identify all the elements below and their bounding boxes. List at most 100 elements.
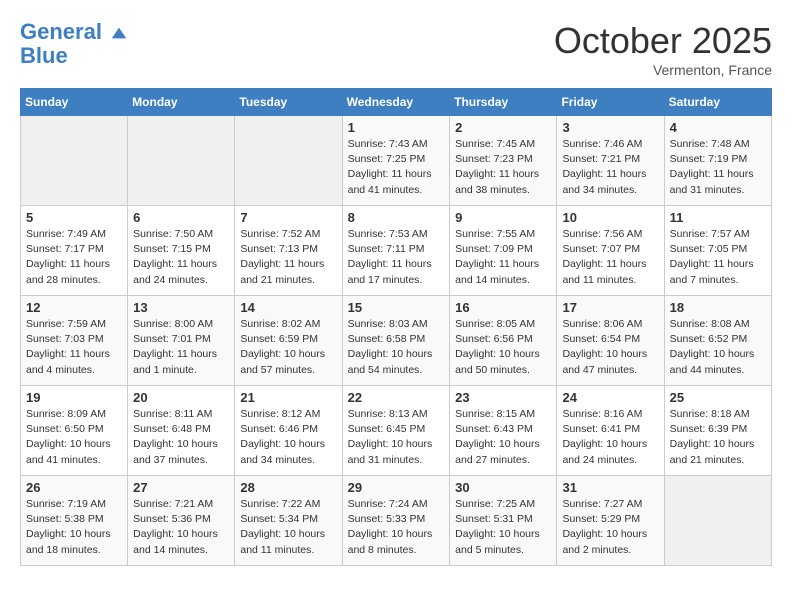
day-number: 11 (670, 210, 766, 225)
day-cell: 31 Sunrise: 7:27 AM Sunset: 5:29 PM Dayli… (557, 476, 664, 566)
day-number: 9 (455, 210, 551, 225)
weekday-header-row: SundayMondayTuesdayWednesdayThursdayFrid… (21, 89, 772, 116)
logo: General Blue (20, 20, 128, 68)
day-number: 25 (670, 390, 766, 405)
day-number: 1 (348, 120, 445, 135)
day-number: 27 (133, 480, 229, 495)
day-info: Sunrise: 7:27 AM Sunset: 5:29 PM Dayligh… (562, 497, 658, 558)
day-info: Sunrise: 7:59 AM Sunset: 7:03 PM Dayligh… (26, 317, 122, 378)
day-info: Sunrise: 8:18 AM Sunset: 6:39 PM Dayligh… (670, 407, 766, 468)
day-number: 28 (240, 480, 336, 495)
day-number: 22 (348, 390, 445, 405)
day-cell: 16 Sunrise: 8:05 AM Sunset: 6:56 PM Dayli… (450, 296, 557, 386)
day-cell: 9 Sunrise: 7:55 AM Sunset: 7:09 PM Daylig… (450, 206, 557, 296)
day-info: Sunrise: 7:43 AM Sunset: 7:25 PM Dayligh… (348, 137, 445, 198)
week-row-2: 5Sunrise: 7:49 AM Sunset: 7:17 PM Daylig… (21, 206, 772, 296)
logo-blue: Blue (20, 43, 68, 68)
day-info: Sunrise: 7:46 AM Sunset: 7:21 PM Dayligh… (562, 137, 658, 198)
week-row-4: 19 Sunrise: 8:09 AM Sunset: 6:50 PM Dayli… (21, 386, 772, 476)
day-number: 4 (670, 120, 766, 135)
day-info: Sunrise: 7:48 AM Sunset: 7:19 PM Dayligh… (670, 137, 766, 198)
day-info: Sunrise: 8:02 AM Sunset: 6:59 PM Dayligh… (240, 317, 336, 378)
weekday-header-saturday: Saturday (664, 89, 771, 116)
day-number: 31 (562, 480, 658, 495)
day-cell: 14 Sunrise: 8:02 AM Sunset: 6:59 PM Dayli… (235, 296, 342, 386)
day-info: Sunrise: 7:52 AM Sunset: 7:13 PM Dayligh… (240, 227, 336, 288)
weekday-header-tuesday: Tuesday (235, 89, 342, 116)
day-number: 12 (26, 300, 122, 315)
weekday-header-friday: Friday (557, 89, 664, 116)
day-cell: 27 Sunrise: 7:21 AM Sunset: 5:36 PM Dayli… (128, 476, 235, 566)
day-cell: 19 Sunrise: 8:09 AM Sunset: 6:50 PM Dayli… (21, 386, 128, 476)
day-info: Sunrise: 7:57 AM Sunset: 7:05 PM Dayligh… (670, 227, 766, 288)
day-info: Sunrise: 8:09 AM Sunset: 6:50 PM Dayligh… (26, 407, 122, 468)
logo-general: General (20, 19, 102, 44)
day-cell: 15 Sunrise: 8:03 AM Sunset: 6:58 PM Dayli… (342, 296, 450, 386)
day-cell (664, 476, 771, 566)
day-cell: 11 Sunrise: 7:57 AM Sunset: 7:05 PM Dayli… (664, 206, 771, 296)
week-row-1: 1 Sunrise: 7:43 AM Sunset: 7:25 PM Daylig… (21, 116, 772, 206)
day-cell (128, 116, 235, 206)
day-cell: 29 Sunrise: 7:24 AM Sunset: 5:33 PM Dayli… (342, 476, 450, 566)
day-number: 6 (133, 210, 229, 225)
day-number: 13 (133, 300, 229, 315)
day-info: Sunrise: 8:11 AM Sunset: 6:48 PM Dayligh… (133, 407, 229, 468)
day-cell: 21Sunrise: 8:12 AM Sunset: 6:46 PM Dayli… (235, 386, 342, 476)
day-number: 3 (562, 120, 658, 135)
day-number: 24 (562, 390, 658, 405)
week-row-3: 12 Sunrise: 7:59 AM Sunset: 7:03 PM Dayli… (21, 296, 772, 386)
day-cell (235, 116, 342, 206)
weekday-header-wednesday: Wednesday (342, 89, 450, 116)
day-info: Sunrise: 7:25 AM Sunset: 5:31 PM Dayligh… (455, 497, 551, 558)
day-cell: 26 Sunrise: 7:19 AM Sunset: 5:38 PM Dayli… (21, 476, 128, 566)
day-info: Sunrise: 8:05 AM Sunset: 6:56 PM Dayligh… (455, 317, 551, 378)
day-cell: 13 Sunrise: 8:00 AM Sunset: 7:01 PM Dayli… (128, 296, 235, 386)
day-number: 23 (455, 390, 551, 405)
day-cell: 10Sunrise: 7:56 AM Sunset: 7:07 PM Dayli… (557, 206, 664, 296)
day-number: 14 (240, 300, 336, 315)
month-title: October 2025 (554, 20, 772, 62)
day-cell: 24 Sunrise: 8:16 AM Sunset: 6:41 PM Dayli… (557, 386, 664, 476)
day-info: Sunrise: 7:53 AM Sunset: 7:11 PM Dayligh… (348, 227, 445, 288)
day-info: Sunrise: 8:00 AM Sunset: 7:01 PM Dayligh… (133, 317, 229, 378)
day-info: Sunrise: 8:03 AM Sunset: 6:58 PM Dayligh… (348, 317, 445, 378)
day-info: Sunrise: 7:19 AM Sunset: 5:38 PM Dayligh… (26, 497, 122, 558)
day-number: 30 (455, 480, 551, 495)
weekday-header-sunday: Sunday (21, 89, 128, 116)
day-number: 18 (670, 300, 766, 315)
day-info: Sunrise: 8:16 AM Sunset: 6:41 PM Dayligh… (562, 407, 658, 468)
day-number: 7 (240, 210, 336, 225)
weekday-header-monday: Monday (128, 89, 235, 116)
day-number: 29 (348, 480, 445, 495)
day-info: Sunrise: 8:08 AM Sunset: 6:52 PM Dayligh… (670, 317, 766, 378)
day-info: Sunrise: 8:12 AM Sunset: 6:46 PM Dayligh… (240, 407, 336, 468)
week-row-5: 26 Sunrise: 7:19 AM Sunset: 5:38 PM Dayli… (21, 476, 772, 566)
day-number: 19 (26, 390, 122, 405)
day-cell: 28Sunrise: 7:22 AM Sunset: 5:34 PM Dayli… (235, 476, 342, 566)
day-number: 16 (455, 300, 551, 315)
day-cell: 23Sunrise: 8:15 AM Sunset: 6:43 PM Dayli… (450, 386, 557, 476)
day-cell: 18 Sunrise: 8:08 AM Sunset: 6:52 PM Dayli… (664, 296, 771, 386)
day-cell: 17 Sunrise: 8:06 AM Sunset: 6:54 PM Dayli… (557, 296, 664, 386)
day-info: Sunrise: 8:06 AM Sunset: 6:54 PM Dayligh… (562, 317, 658, 378)
day-number: 17 (562, 300, 658, 315)
location: Vermenton, France (554, 62, 772, 78)
day-cell: 3 Sunrise: 7:46 AM Sunset: 7:21 PM Daylig… (557, 116, 664, 206)
day-cell: 22Sunrise: 8:13 AM Sunset: 6:45 PM Dayli… (342, 386, 450, 476)
day-info: Sunrise: 7:21 AM Sunset: 5:36 PM Dayligh… (133, 497, 229, 558)
title-block: October 2025 Vermenton, France (554, 20, 772, 78)
day-info: Sunrise: 7:55 AM Sunset: 7:09 PM Dayligh… (455, 227, 551, 288)
day-cell: 12 Sunrise: 7:59 AM Sunset: 7:03 PM Dayli… (21, 296, 128, 386)
day-number: 8 (348, 210, 445, 225)
day-number: 15 (348, 300, 445, 315)
day-cell: 2Sunrise: 7:45 AM Sunset: 7:23 PM Daylig… (450, 116, 557, 206)
day-cell: 5Sunrise: 7:49 AM Sunset: 7:17 PM Daylig… (21, 206, 128, 296)
day-cell: 25 Sunrise: 8:18 AM Sunset: 6:39 PM Dayli… (664, 386, 771, 476)
day-info: Sunrise: 7:50 AM Sunset: 7:15 PM Dayligh… (133, 227, 229, 288)
day-cell: 1 Sunrise: 7:43 AM Sunset: 7:25 PM Daylig… (342, 116, 450, 206)
day-cell: 8 Sunrise: 7:53 AM Sunset: 7:11 PM Daylig… (342, 206, 450, 296)
day-number: 26 (26, 480, 122, 495)
day-cell (21, 116, 128, 206)
logo-icon (110, 24, 128, 42)
day-info: Sunrise: 7:24 AM Sunset: 5:33 PM Dayligh… (348, 497, 445, 558)
